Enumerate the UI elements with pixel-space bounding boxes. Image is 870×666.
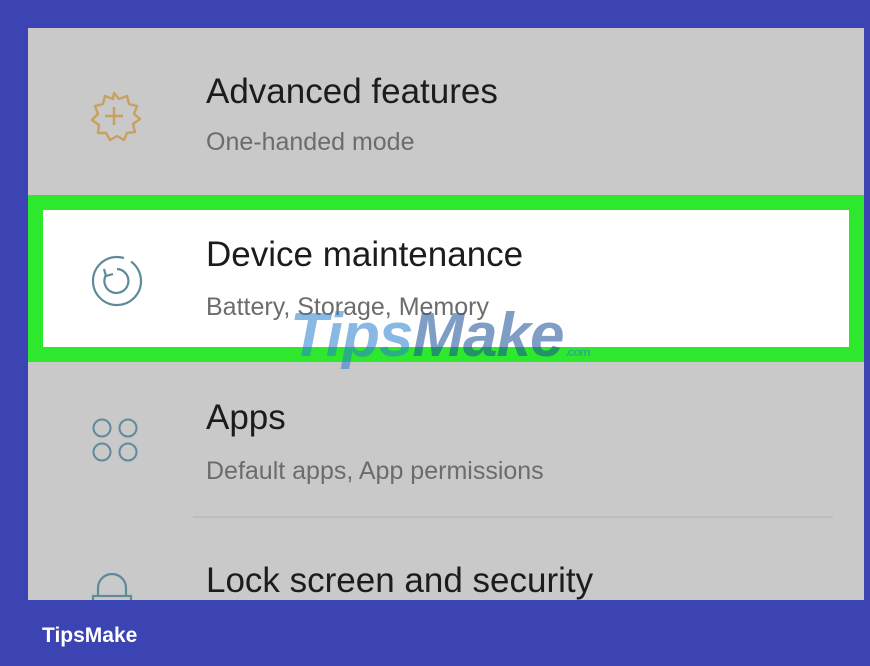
settings-item-lock-screen[interactable]: Lock screen and security <box>28 528 864 600</box>
refresh-circle-icon <box>91 255 143 307</box>
list-divider <box>193 516 833 518</box>
item-subtitle: One-handed mode <box>206 128 415 156</box>
settings-list: Advanced features One-handed mode Device… <box>28 28 864 600</box>
item-title: Advanced features <box>206 72 498 111</box>
item-title: Apps <box>206 398 286 437</box>
bottom-brand-bar: TipsMake <box>0 600 870 666</box>
item-title: Lock screen and security <box>206 561 594 600</box>
tipsmake-watermark: TipsMake .com <box>290 301 590 370</box>
brand-label: TipsMake <box>42 624 138 647</box>
settings-item-advanced-features[interactable]: Advanced features One-handed mode <box>28 28 864 195</box>
apps-grid-icon <box>92 418 138 462</box>
settings-item-apps[interactable]: Apps Default apps, App permissions <box>28 362 864 518</box>
lock-icon <box>91 572 133 600</box>
gear-plus-icon <box>90 91 142 142</box>
item-subtitle: Default apps, App permissions <box>206 457 544 485</box>
item-title: Device maintenance <box>206 235 524 274</box>
